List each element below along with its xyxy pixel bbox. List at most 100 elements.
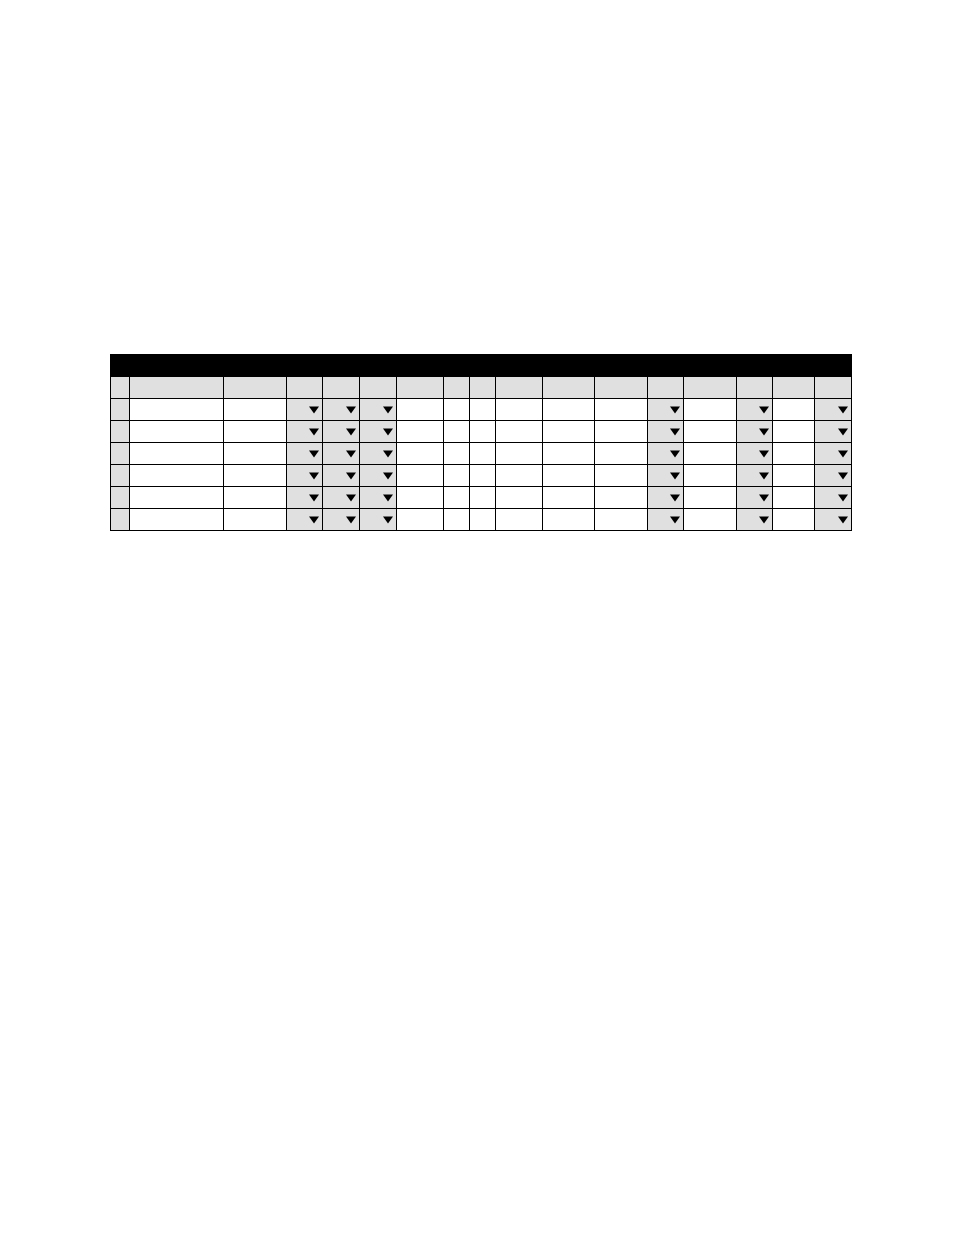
- data-cell[interactable]: [684, 509, 736, 531]
- dropdown-cell[interactable]: [286, 421, 323, 443]
- chevron-down-icon: [838, 472, 848, 479]
- dropdown-cell[interactable]: [359, 399, 396, 421]
- data-cell[interactable]: [443, 443, 469, 465]
- data-cell[interactable]: [773, 487, 815, 509]
- data-cell[interactable]: [223, 487, 286, 509]
- data-cell[interactable]: [495, 421, 542, 443]
- data-cell[interactable]: [495, 487, 542, 509]
- data-cell[interactable]: [129, 421, 223, 443]
- data-cell[interactable]: [495, 443, 542, 465]
- dropdown-cell[interactable]: [647, 421, 684, 443]
- data-cell[interactable]: [469, 509, 495, 531]
- chevron-down-icon: [346, 450, 356, 457]
- dropdown-cell[interactable]: [323, 421, 360, 443]
- data-cell[interactable]: [773, 509, 815, 531]
- dropdown-cell[interactable]: [323, 509, 360, 531]
- dropdown-cell[interactable]: [359, 443, 396, 465]
- data-cell[interactable]: [396, 443, 443, 465]
- data-cell[interactable]: [469, 399, 495, 421]
- data-cell[interactable]: [595, 443, 647, 465]
- dropdown-cell[interactable]: [359, 465, 396, 487]
- data-cell[interactable]: [129, 509, 223, 531]
- data-cell[interactable]: [595, 399, 647, 421]
- dropdown-cell[interactable]: [286, 487, 323, 509]
- data-cell[interactable]: [396, 465, 443, 487]
- data-cell[interactable]: [684, 443, 736, 465]
- dropdown-cell[interactable]: [736, 509, 773, 531]
- dropdown-cell[interactable]: [736, 465, 773, 487]
- dropdown-cell[interactable]: [286, 443, 323, 465]
- data-cell[interactable]: [469, 421, 495, 443]
- data-cell[interactable]: [543, 421, 595, 443]
- dropdown-cell[interactable]: [815, 509, 852, 531]
- dropdown-cell[interactable]: [286, 465, 323, 487]
- chevron-down-icon: [670, 494, 680, 501]
- data-cell[interactable]: [223, 509, 286, 531]
- dropdown-cell[interactable]: [647, 487, 684, 509]
- dropdown-cell[interactable]: [736, 487, 773, 509]
- dropdown-cell[interactable]: [815, 465, 852, 487]
- data-cell[interactable]: [223, 443, 286, 465]
- dropdown-cell[interactable]: [359, 509, 396, 531]
- data-cell[interactable]: [595, 509, 647, 531]
- data-cell[interactable]: [495, 509, 542, 531]
- data-cell[interactable]: [495, 465, 542, 487]
- dropdown-cell[interactable]: [323, 487, 360, 509]
- data-cell[interactable]: [495, 399, 542, 421]
- dropdown-cell[interactable]: [815, 443, 852, 465]
- data-cell[interactable]: [543, 509, 595, 531]
- data-cell[interactable]: [543, 443, 595, 465]
- dropdown-cell[interactable]: [815, 399, 852, 421]
- dropdown-cell[interactable]: [359, 487, 396, 509]
- data-cell[interactable]: [396, 487, 443, 509]
- dropdown-cell[interactable]: [815, 487, 852, 509]
- dropdown-cell[interactable]: [647, 399, 684, 421]
- page: [0, 0, 954, 1235]
- dropdown-cell[interactable]: [815, 421, 852, 443]
- dropdown-cell[interactable]: [736, 421, 773, 443]
- data-cell[interactable]: [773, 443, 815, 465]
- dropdown-cell[interactable]: [647, 443, 684, 465]
- dropdown-cell[interactable]: [647, 509, 684, 531]
- data-cell[interactable]: [543, 487, 595, 509]
- data-cell[interactable]: [443, 399, 469, 421]
- data-cell[interactable]: [129, 487, 223, 509]
- dropdown-cell[interactable]: [286, 509, 323, 531]
- data-cell[interactable]: [396, 399, 443, 421]
- data-cell[interactable]: [543, 465, 595, 487]
- dropdown-cell[interactable]: [736, 399, 773, 421]
- data-cell[interactable]: [443, 487, 469, 509]
- data-cell[interactable]: [223, 421, 286, 443]
- data-cell[interactable]: [773, 399, 815, 421]
- data-cell[interactable]: [129, 443, 223, 465]
- data-cell[interactable]: [595, 465, 647, 487]
- dropdown-cell[interactable]: [323, 399, 360, 421]
- data-cell[interactable]: [469, 443, 495, 465]
- data-cell[interactable]: [773, 465, 815, 487]
- data-cell[interactable]: [773, 421, 815, 443]
- data-cell[interactable]: [129, 399, 223, 421]
- data-cell[interactable]: [443, 465, 469, 487]
- data-cell[interactable]: [396, 509, 443, 531]
- data-cell[interactable]: [443, 421, 469, 443]
- data-cell[interactable]: [396, 421, 443, 443]
- dropdown-cell[interactable]: [323, 465, 360, 487]
- dropdown-cell[interactable]: [323, 443, 360, 465]
- data-cell[interactable]: [129, 465, 223, 487]
- data-cell[interactable]: [684, 487, 736, 509]
- data-cell[interactable]: [684, 399, 736, 421]
- data-cell[interactable]: [684, 465, 736, 487]
- data-cell[interactable]: [595, 487, 647, 509]
- dropdown-cell[interactable]: [359, 421, 396, 443]
- data-cell[interactable]: [684, 421, 736, 443]
- data-cell[interactable]: [469, 487, 495, 509]
- data-cell[interactable]: [543, 399, 595, 421]
- data-cell[interactable]: [223, 399, 286, 421]
- data-cell[interactable]: [469, 465, 495, 487]
- data-cell[interactable]: [223, 465, 286, 487]
- dropdown-cell[interactable]: [647, 465, 684, 487]
- data-cell[interactable]: [443, 509, 469, 531]
- data-cell[interactable]: [595, 421, 647, 443]
- dropdown-cell[interactable]: [286, 399, 323, 421]
- dropdown-cell[interactable]: [736, 443, 773, 465]
